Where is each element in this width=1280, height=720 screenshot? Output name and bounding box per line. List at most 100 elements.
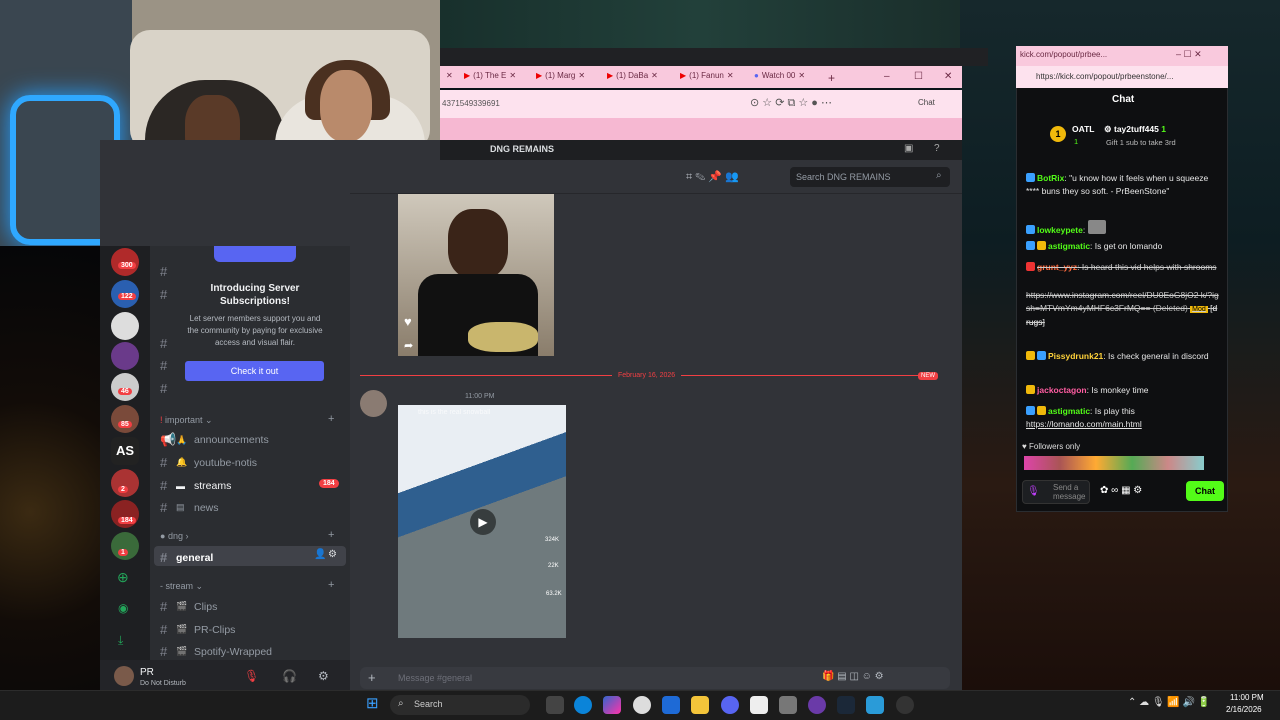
store-icon[interactable] <box>662 696 680 714</box>
category-dng[interactable]: ● DNG › <box>160 531 188 541</box>
browser-tab[interactable]: ▶ (1) DaBa ✕ <box>607 71 658 80</box>
check-it-out-button[interactable]: Check it out <box>185 361 324 381</box>
browser-address-bar[interactable]: 4371549339691 ⊙ ☆ ⟳ ⧉ ☆ ● ⋯ Chat <box>440 90 962 118</box>
server-icon[interactable]: AS <box>111 437 139 465</box>
message-composer[interactable]: + Message #general 🎁 ▤ ◫ ☺ ⚙ <box>360 667 950 689</box>
obs-icon[interactable] <box>808 696 826 714</box>
file-explorer-icon[interactable] <box>691 696 709 714</box>
channel-spotify-wrapped[interactable]: # 🎬 Spotify-Wrapped <box>160 644 345 659</box>
browser-frame <box>440 48 988 66</box>
channel-youtube-notis[interactable]: # 🔔 youtube-notis <box>160 455 345 470</box>
task-view-icon[interactable] <box>546 696 564 714</box>
browser-tab[interactable]: ▶ (1) The E ✕ <box>464 71 516 80</box>
settings-icon[interactable] <box>779 696 797 714</box>
discord-icon[interactable] <box>721 696 739 714</box>
server-icon[interactable] <box>111 373 139 401</box>
mute-mic-icon[interactable]: 🎙 <box>244 669 259 683</box>
chat-tool-icons[interactable]: ✿ ∞ ▦ ⚙ <box>1100 485 1142 496</box>
chat-message: jackoctagon: Is monkey time <box>1026 384 1220 397</box>
emote-strip[interactable] <box>1024 456 1204 470</box>
clock-date[interactable]: 2/16/2026 <box>1226 705 1262 714</box>
header-action-icons[interactable]: ⌗ ✎ 📌 👥 <box>686 170 739 184</box>
message-input[interactable]: Message #general <box>398 673 472 683</box>
gear-icon[interactable]: ⚙ <box>318 669 329 683</box>
system-tray-icons[interactable]: ⌃ ☁ 🎙 📶 🔊 🔋 <box>1128 697 1210 708</box>
browser-tab[interactable]: ▶ (1) Fanun ✕ <box>680 71 734 80</box>
avatar[interactable] <box>114 666 134 686</box>
download-icon[interactable]: ⤓ <box>118 633 123 648</box>
channel-clips[interactable]: # 🎬 Clips <box>160 599 345 614</box>
steam-icon[interactable] <box>837 696 855 714</box>
search-input[interactable]: Search DNG REMAINS <box>796 172 891 182</box>
close-window-button[interactable]: ✕ <box>944 71 952 82</box>
category-important[interactable]: ! important ⌄ <box>160 415 213 426</box>
avatar[interactable] <box>360 390 387 417</box>
promo-body: Let server members support you and the c… <box>187 314 323 347</box>
app-icon[interactable] <box>633 696 651 714</box>
inbox-icon[interactable]: ▣ <box>904 143 913 154</box>
windows-start-icon[interactable]: ⊞ <box>366 694 379 712</box>
browser-tab[interactable]: ● Watch 00 ✕ <box>754 71 805 80</box>
share-icon[interactable]: ➦ <box>404 339 413 352</box>
server-icon[interactable] <box>111 312 139 340</box>
discover-icon[interactable]: ◉ <box>118 601 128 615</box>
kick-url-bar[interactable]: https://kick.com/popout/prbeenstone/... <box>1016 66 1228 88</box>
channel-news[interactable]: # ▤ news <box>160 500 345 515</box>
video-thumbnail-top[interactable]: ♥ ➦ <box>398 194 554 356</box>
add-channel-icon[interactable]: + <box>328 529 334 541</box>
address-text[interactable]: 4371549339691 <box>442 99 500 108</box>
invite-icon[interactable]: 👤 <box>314 549 326 560</box>
send-message-placeholder[interactable]: Send a message <box>1053 483 1089 501</box>
add-attachment-icon[interactable]: + <box>368 670 376 685</box>
browser-tab[interactable]: ▶ (1) Marg ✕ <box>536 71 585 80</box>
mic-icon[interactable]: 🎙 <box>1027 486 1040 497</box>
username: PR <box>140 667 154 678</box>
browser-bookmark-bar <box>440 118 962 140</box>
share-count: 63.2K <box>546 591 562 597</box>
headphones-icon[interactable]: 🎧 <box>282 669 297 683</box>
play-icon[interactable]: ▶ <box>470 509 496 535</box>
chat-input[interactable]: 🎙 Send a message <box>1022 480 1090 504</box>
send-chat-button[interactable]: Chat <box>1186 481 1224 501</box>
document-icon[interactable] <box>750 696 768 714</box>
film-icon: 🎬 <box>176 646 188 656</box>
help-icon[interactable]: ? <box>934 143 940 154</box>
channel-pr-clips[interactable]: # 🎬 PR-Clips <box>160 622 345 637</box>
heart-icon[interactable]: ♥ <box>404 314 412 329</box>
message-list: ♥ ➦ February 16, 2026 NEW 11:00 PM this … <box>350 194 962 660</box>
maximize-button[interactable]: ☐ <box>914 71 923 82</box>
composer-tool-icons[interactable]: 🎁 ▤ ◫ ☺ ⚙ <box>822 671 884 682</box>
category-stream[interactable]: - stream ⌄ <box>160 581 203 592</box>
film-icon: 🎬 <box>176 601 188 611</box>
video-attachment[interactable]: this is the real snowball ▶ 324K 22K 63.… <box>398 405 566 638</box>
minimize-button[interactable]: – <box>884 71 890 82</box>
gear-icon[interactable]: ⚙ <box>328 549 337 560</box>
search-box[interactable]: Search DNG REMAINS ⌕ <box>790 167 950 187</box>
app-icon[interactable] <box>866 696 884 714</box>
clock-time[interactable]: 11:00 PM <box>1230 693 1264 702</box>
toolbar-icons[interactable]: ⊙ ☆ ⟳ ⧉ ☆ ● ⋯ <box>750 96 832 110</box>
server-badge: 2 <box>118 486 128 493</box>
chatgpt-icon[interactable] <box>896 696 914 714</box>
chat-link[interactable]: https://lomando.com/main.html <box>1026 419 1142 429</box>
server-badge: 85 <box>118 421 132 428</box>
window-controls[interactable]: – ☐ ✕ <box>1176 49 1202 60</box>
kick-url[interactable]: https://kick.com/popout/prbeenstone/... <box>1036 72 1173 81</box>
channel-streams[interactable]: # ▬ streams <box>160 478 345 493</box>
taskbar-search[interactable]: ⌕ Search <box>390 695 530 715</box>
server-icon[interactable] <box>111 342 139 370</box>
browser-chat-button[interactable]: Chat <box>918 98 935 107</box>
browser-tab-close[interactable]: ✕ <box>446 71 453 80</box>
server-icon[interactable] <box>111 405 139 433</box>
channel-announcements[interactable]: 📢 🙏 announcements <box>160 432 345 448</box>
new-tab-button[interactable]: + <box>828 71 835 85</box>
copilot-icon[interactable] <box>603 696 621 714</box>
chat-message: astigmatic: Is play this https://lomando.… <box>1026 406 1142 429</box>
server-badge: 46 <box>118 388 132 395</box>
add-server-icon[interactable]: ⊕ <box>117 569 129 586</box>
add-channel-icon[interactable]: + <box>328 413 334 425</box>
chat-message: Pissydrunk21: Is check general in discor… <box>1026 350 1220 363</box>
webcam-head-right <box>320 70 372 142</box>
add-channel-icon[interactable]: + <box>328 579 334 591</box>
edge-browser-icon[interactable] <box>574 696 592 714</box>
